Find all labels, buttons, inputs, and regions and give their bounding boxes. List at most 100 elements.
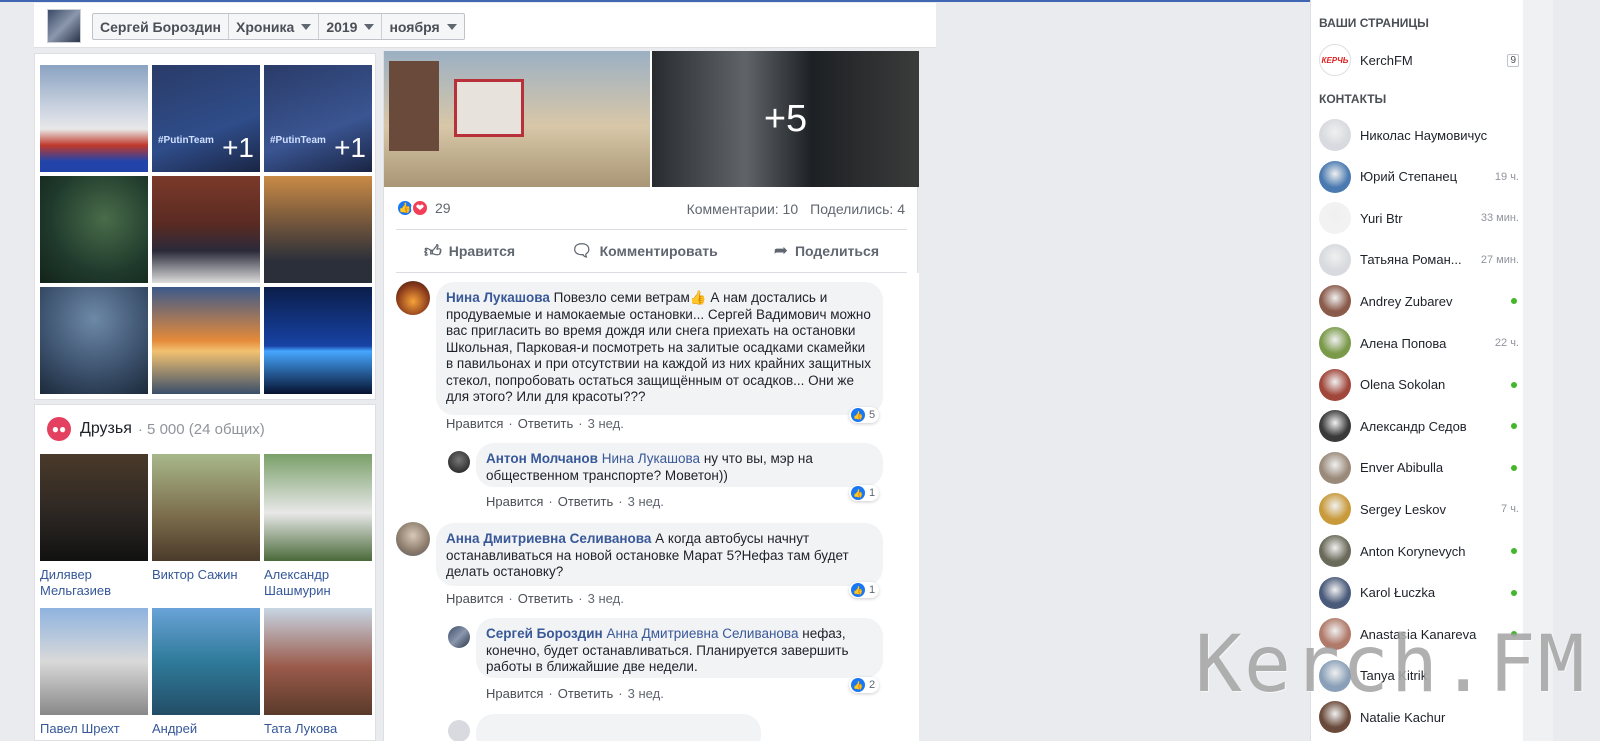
friend-photo[interactable] (40, 608, 148, 715)
reactions-summary[interactable]: 👍 ❤ 29 (396, 199, 451, 217)
comment-like-link[interactable]: Нравится (446, 416, 503, 431)
comment-like-link[interactable]: Нравится (446, 591, 503, 606)
contact-name: Anton Korynevych (1360, 543, 1466, 559)
friend-name[interactable]: Павел Шрехт (40, 721, 148, 737)
comment-button[interactable]: 🗨︎ Комментировать (571, 241, 718, 261)
friend-photo[interactable] (152, 608, 260, 715)
friend-photo[interactable] (264, 608, 372, 715)
contact-item[interactable]: Natalie Kachur (1319, 697, 1519, 737)
friend-item[interactable]: Виктор Сажин (152, 454, 260, 608)
friend-name[interactable]: Андрей (152, 721, 260, 737)
page-item[interactable]: КЕРЧЬ KerchFM 9 (1319, 40, 1519, 80)
comment-meta: Нравится · Ответить · 3 нед. (486, 494, 664, 509)
comment-likes[interactable]: 👍 5 (849, 407, 880, 423)
photo-more-count: +1 (222, 132, 254, 163)
friend-photo[interactable] (152, 454, 260, 561)
friend-name[interactable]: Виктор Сажин (152, 567, 260, 583)
contact-item[interactable]: Sergey Leskov 7 ч. (1319, 489, 1519, 529)
page-name: KerchFM (1360, 52, 1413, 68)
contact-item[interactable]: Yuri Btr 33 мин. (1319, 198, 1519, 238)
contact-item[interactable]: Николас Наумовичус (1319, 115, 1519, 155)
contact-item[interactable]: Tanya Kitrik (1319, 656, 1519, 696)
month-dropdown[interactable]: ноября (382, 14, 463, 39)
contact-avatar (1319, 618, 1351, 651)
friend-name[interactable]: Тата Лукова (264, 721, 372, 737)
comment-reply-link[interactable]: Ответить (518, 416, 574, 431)
commenter-avatar[interactable] (448, 626, 470, 648)
photo-tile[interactable] (40, 176, 148, 283)
friend-name[interactable]: Дилявер Мельгазиев (40, 567, 148, 599)
post-photo[interactable]: +5 (652, 51, 919, 187)
friend-photo[interactable] (264, 454, 372, 561)
year-dropdown[interactable]: 2019 (319, 14, 383, 39)
share-button[interactable]: ➦ Поделиться (774, 241, 879, 261)
comment-like-link[interactable]: Нравится (486, 494, 543, 509)
photo-tile[interactable] (152, 287, 260, 394)
friend-item[interactable]: Александр Шашмурин (264, 454, 372, 608)
comments-count-link[interactable]: Комментарии: 10 (687, 201, 799, 217)
comment-time[interactable]: 3 нед. (628, 494, 664, 509)
comment-likes[interactable]: 👍 1 (849, 485, 880, 501)
post-photo[interactable] (384, 51, 650, 187)
contact-item[interactable]: Anastasia Kanareva (1319, 614, 1519, 654)
comment-author[interactable]: Нина Лукашова (446, 290, 550, 305)
contact-item[interactable]: Karol Łuczka (1319, 573, 1519, 613)
friend-item[interactable]: Дилявер Мельгазиев (40, 454, 148, 608)
commenter-avatar[interactable] (448, 451, 470, 473)
profile-name-link[interactable]: Сергей Бороздин (93, 14, 230, 39)
comment-time[interactable]: 3 нед. (628, 686, 664, 701)
comment-author[interactable]: Сергей Бороздин (486, 626, 603, 641)
commenter-avatar[interactable] (396, 281, 430, 315)
comment-bubble: Нина Лукашова Повезло семи ветрам👍 А нам… (436, 282, 883, 415)
reply-target-link[interactable]: Анна Дмитриевна Селиванова (606, 626, 798, 641)
comment-reply-link[interactable]: Ответить (558, 686, 614, 701)
comment-likes[interactable]: 👍 2 (849, 677, 880, 693)
contact-item[interactable]: Anton Korynevych (1319, 531, 1519, 571)
photo-tile[interactable] (40, 65, 148, 172)
friend-item[interactable]: Павел Шрехт (40, 608, 148, 741)
photo-tile[interactable] (264, 176, 372, 283)
commenter-avatar[interactable] (396, 522, 430, 556)
comment-author[interactable]: Антон Молчанов (486, 451, 598, 466)
comment-reply-link[interactable]: Ответить (558, 494, 614, 509)
friend-name[interactable]: Александр Шашмурин (264, 567, 372, 599)
friend-item[interactable]: Андрей (152, 608, 260, 741)
photo-tile[interactable]: #PutinTeam +1 (264, 65, 372, 172)
more-photos-count: +5 (652, 51, 919, 187)
photo-tile[interactable]: #PutinTeam +1 (152, 65, 260, 172)
like-label: Нравится (448, 243, 516, 259)
section-dropdown[interactable]: Хроника (229, 14, 320, 39)
photo-tile[interactable] (152, 176, 260, 283)
profile-avatar[interactable] (47, 9, 81, 43)
contact-last-active: 27 мин. (1480, 253, 1519, 266)
comment-like-link[interactable]: Нравится (486, 686, 543, 701)
online-status-icon (1511, 298, 1517, 305)
photo-tile[interactable] (40, 287, 148, 394)
contact-item[interactable]: Юрий Степанец 19 ч. (1319, 157, 1519, 197)
friend-photo[interactable] (40, 454, 148, 561)
comment-author[interactable]: Анна Дмитриевна Селиванова (446, 531, 651, 546)
contact-item[interactable]: Александр Седов (1319, 406, 1519, 446)
shares-count-link[interactable]: Поделились: 4 (810, 201, 905, 217)
reply-target-link[interactable]: Нина Лукашова (602, 451, 700, 466)
sidebar-scrollbar[interactable] (1523, 0, 1553, 741)
contact-item[interactable]: Andrey Zubarev (1319, 281, 1519, 321)
comment-bubble: Анна Дмитриевна Селиванова А когда автоб… (436, 523, 883, 586)
friends-header: ●● Друзья · 5 000 (24 общих) (47, 417, 265, 441)
comment-time[interactable]: 3 нед. (588, 416, 624, 431)
like-button[interactable]: 👍︎ Нравится (424, 241, 515, 262)
online-status-icon (1511, 631, 1517, 638)
online-status-icon (1511, 381, 1517, 388)
contact-item[interactable]: Татьяна Роман... 27 мин. (1319, 240, 1519, 280)
contact-item[interactable]: Алена Попова 22 ч. (1319, 323, 1519, 363)
commenter-avatar[interactable] (448, 720, 470, 741)
comment-likes[interactable]: 👍 1 (849, 582, 880, 598)
friends-title-link[interactable]: Друзья (80, 420, 132, 438)
comment-time[interactable]: 3 нед. (588, 591, 624, 606)
contact-item[interactable]: Olena Sokolan (1319, 365, 1519, 405)
photo-tile[interactable] (264, 287, 372, 394)
comment-reply-link[interactable]: Ответить (518, 591, 574, 606)
friend-item[interactable]: Тата Лукова (264, 608, 372, 741)
contact-item[interactable]: Enver Abibulla (1319, 448, 1519, 488)
contact-avatar (1319, 202, 1351, 235)
